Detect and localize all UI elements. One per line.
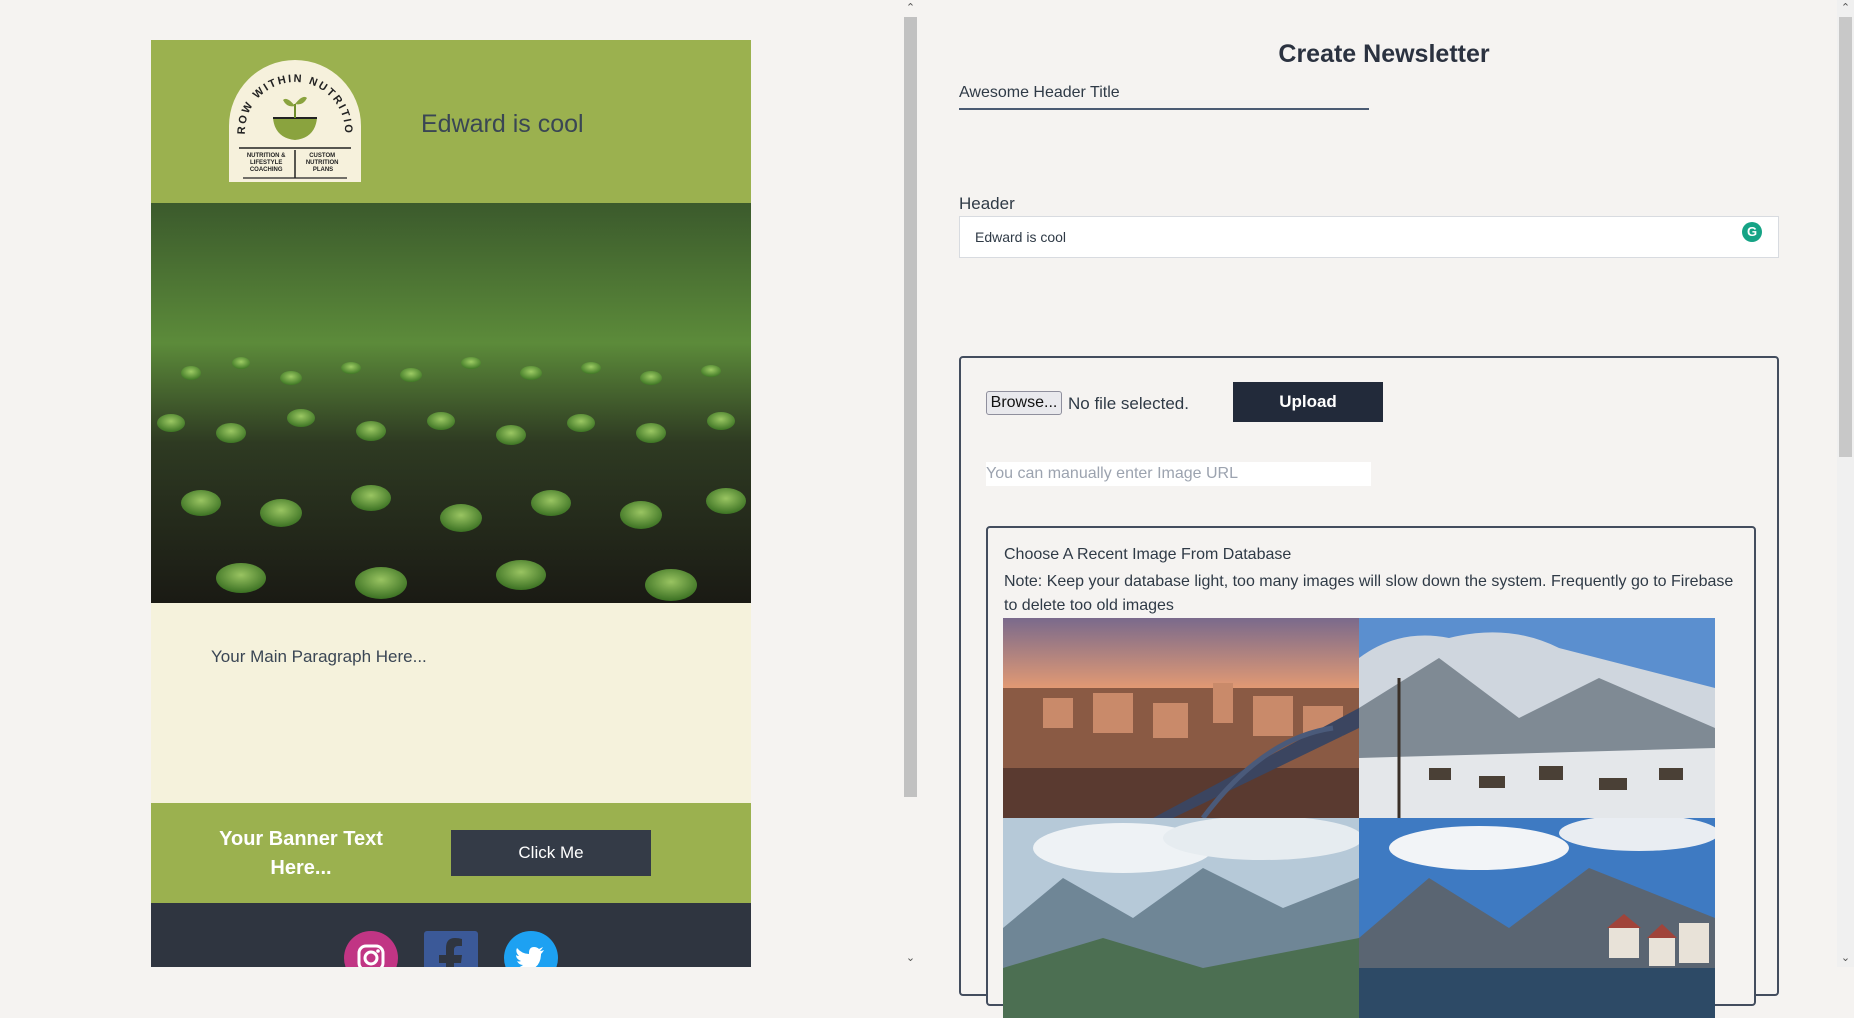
header-input[interactable] — [959, 216, 1779, 258]
twitter-icon[interactable] — [504, 931, 558, 967]
gallery-heading: Choose A Recent Image From Database — [1004, 546, 1292, 563]
newsletter-footer — [151, 903, 751, 967]
banner-text-line-1: Your Banner Text — [219, 828, 383, 850]
svg-text:NUTRITION & LIFEST: NUTRITION & LIFESTYLE COACHING CUSTOM NU… — [247, 153, 340, 173]
instagram-icon[interactable] — [344, 931, 398, 967]
seedlings-photo — [151, 203, 751, 603]
newsletter-header: GROW WITHIN NUTRITION NUTRITION & — [151, 40, 751, 203]
click-me-button[interactable]: Click Me — [451, 830, 651, 876]
browse-button[interactable]: Browse... — [986, 391, 1062, 415]
facebook-icon[interactable] — [424, 931, 478, 967]
header-title-input[interactable] — [959, 78, 1369, 110]
image-url-input[interactable] — [986, 462, 1371, 486]
newsletter-header-title: Edward is cool — [421, 110, 584, 138]
form-title: Create Newsletter — [1278, 40, 1490, 68]
file-status: No file selected. — [1068, 394, 1189, 413]
preview-scrollbar[interactable]: ⌃ ⌄ — [902, 0, 919, 967]
preview-scrollbar-thumb[interactable] — [904, 17, 917, 797]
main-paragraph-block: Your Main Paragraph Here... — [151, 603, 751, 803]
main-paragraph: Your Main Paragraph Here... — [211, 647, 427, 666]
recent-images-gallery: Choose A Recent Image From Database Note… — [986, 526, 1756, 1018]
gallery-image-4[interactable] — [1359, 818, 1715, 1018]
upload-button[interactable]: Upload — [1233, 382, 1383, 422]
form-scroll-down-icon[interactable]: ⌄ — [1837, 950, 1854, 967]
grammarly-icon[interactable]: G — [1742, 222, 1762, 242]
gallery-note: Note: Keep your database light, too many… — [1004, 573, 1734, 614]
header-label: Header — [959, 194, 1015, 213]
form-scrollbar-thumb[interactable] — [1839, 17, 1852, 457]
newsletter-preview-pane: GROW WITHIN NUTRITION NUTRITION & — [0, 0, 902, 967]
hero-image — [151, 203, 751, 603]
scroll-up-icon[interactable]: ⌃ — [902, 0, 919, 17]
banner-text-line-2: Here... — [270, 857, 332, 879]
brand-logo-graphic: GROW WITHIN NUTRITION NUTRITION & — [229, 60, 352, 179]
create-newsletter-form: Create Newsletter Header G Browse... No … — [919, 0, 1819, 1018]
form-scroll-up-icon[interactable]: ⌃ — [1837, 0, 1854, 17]
gallery-image-1[interactable] — [1003, 618, 1359, 818]
image-upload-panel: Browse... No file selected. Upload Choos… — [959, 356, 1779, 1018]
newsletter-preview: GROW WITHIN NUTRITION NUTRITION & — [151, 40, 751, 967]
gallery-image-3[interactable] — [1003, 818, 1359, 1018]
brand-logo: GROW WITHIN NUTRITION NUTRITION & — [229, 60, 361, 182]
scroll-down-icon[interactable]: ⌄ — [902, 950, 919, 967]
gallery-image-2[interactable] — [1359, 618, 1715, 818]
form-scrollbar[interactable]: ⌃ ⌄ — [1837, 0, 1854, 967]
banner-text: Your Banner Text Here... — [211, 825, 391, 883]
banner-section: Your Banner Text Here... Click Me — [151, 803, 751, 903]
